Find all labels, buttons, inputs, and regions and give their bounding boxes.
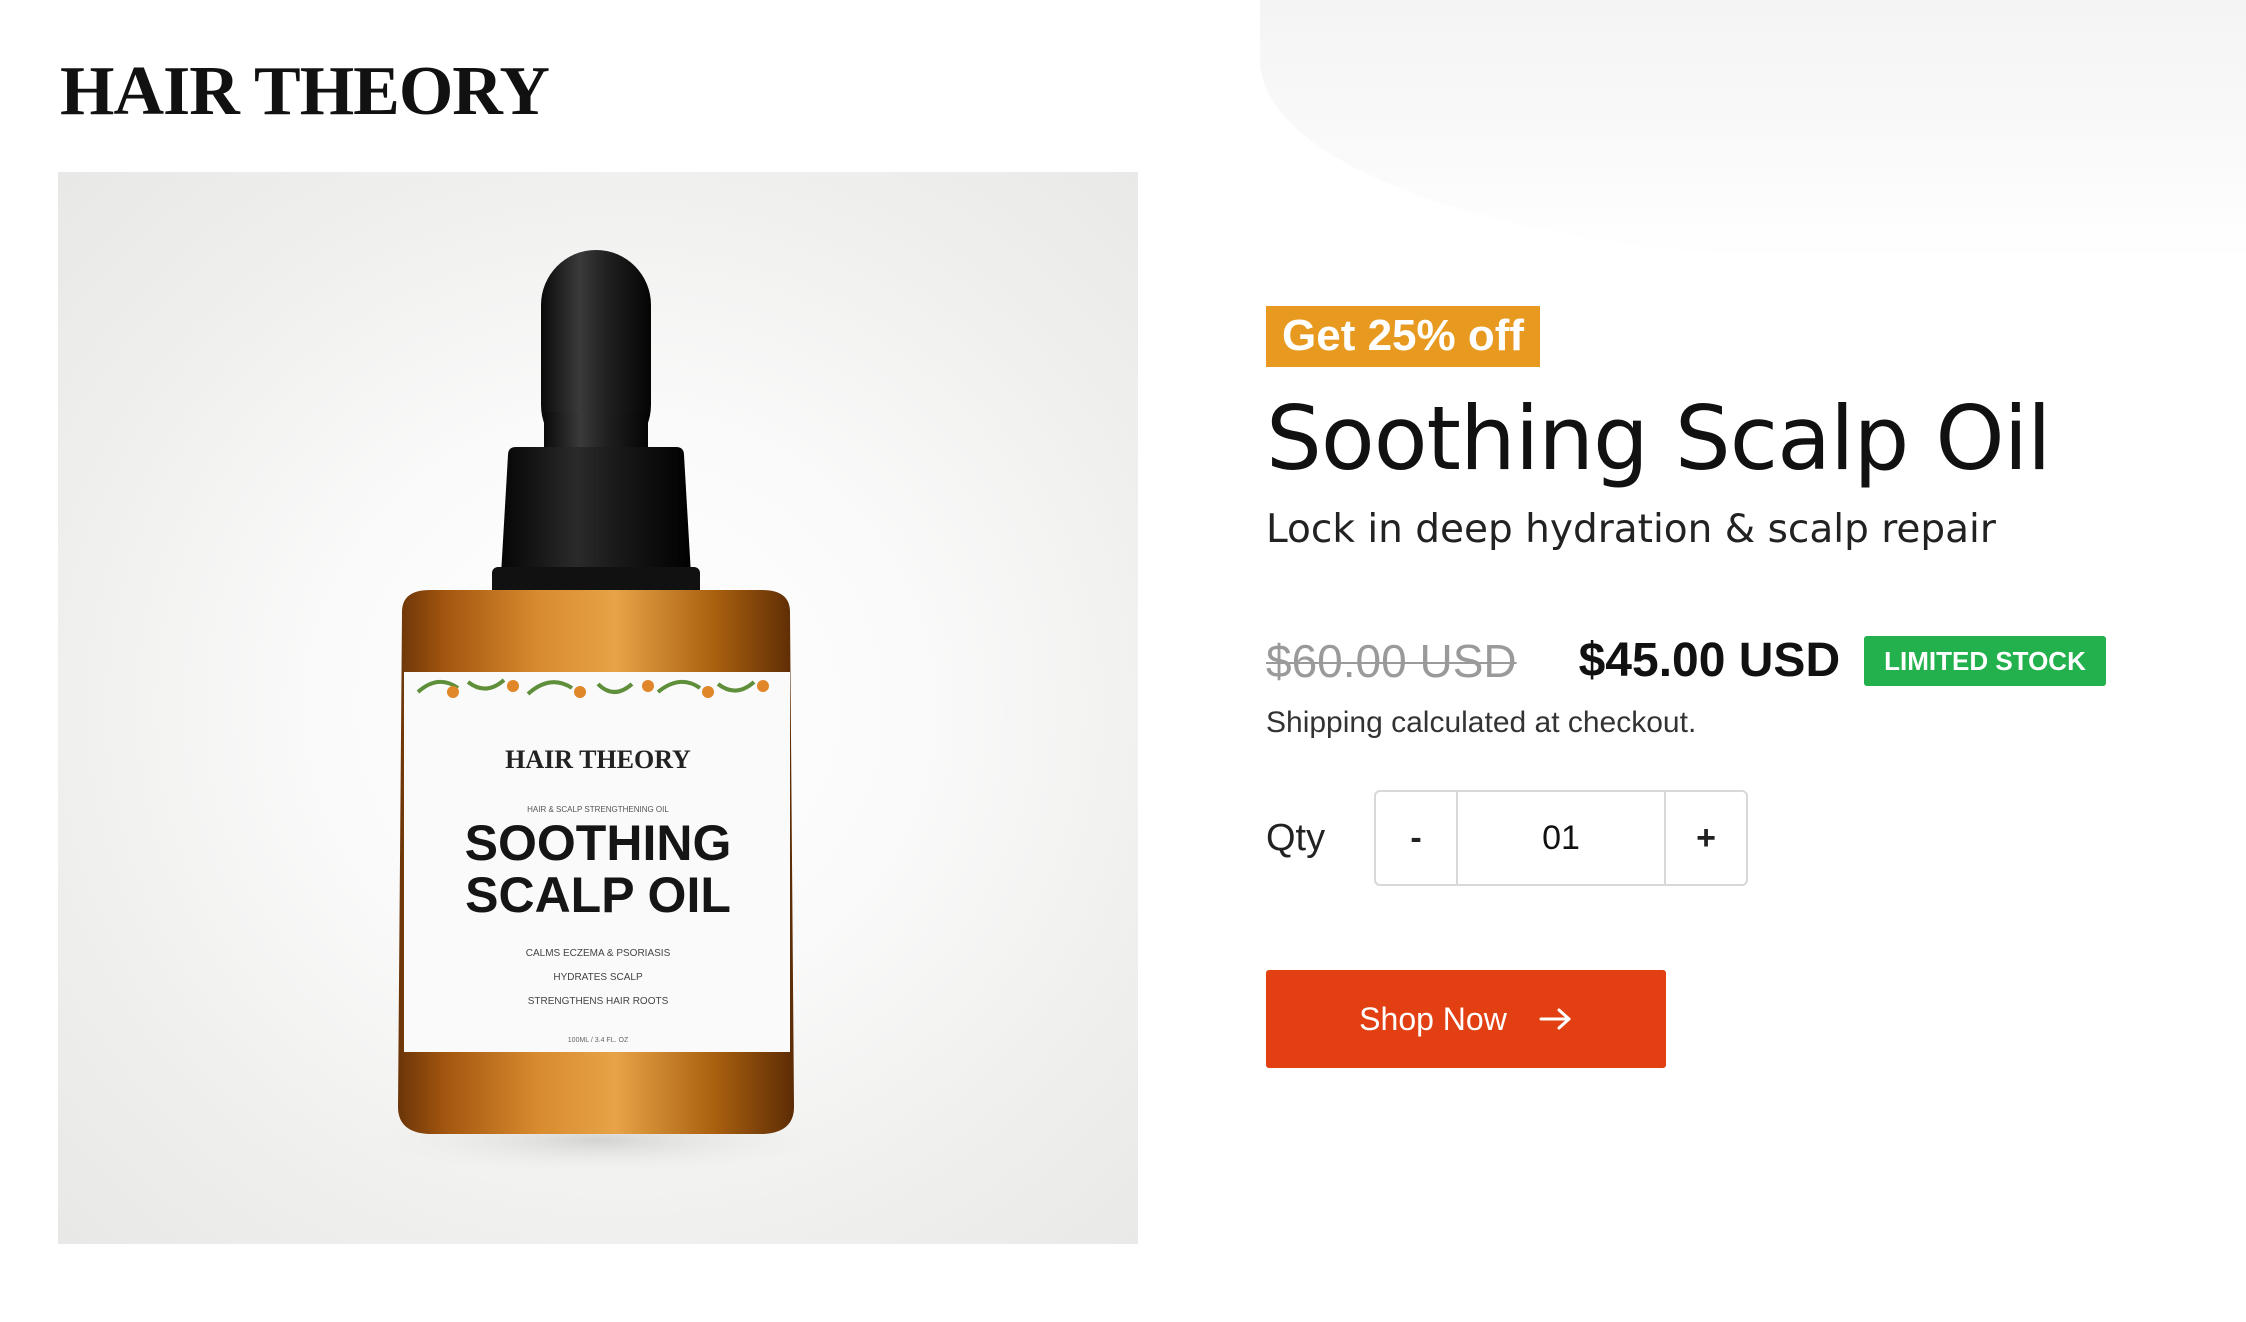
background-glow: [1260, 0, 2246, 260]
old-price: $60.00 USD: [1266, 634, 1517, 687]
promo-badge: Get 25% off: [1266, 306, 1541, 367]
quantity-row: Qty - 01 +: [1266, 790, 2186, 886]
label-benefit-3: STRENGTHENS HAIR ROOTS: [528, 996, 669, 1007]
sale-price: $45.00 USD: [1578, 634, 1841, 687]
label-title-line1: SOOTHING: [465, 815, 732, 871]
shop-now-button[interactable]: Shop Now: [1266, 970, 1666, 1068]
label-benefit-2: HYDRATES SCALP: [553, 972, 643, 983]
shop-now-label: Shop Now: [1359, 1000, 1507, 1037]
oil-bottle-illustration: HAIR THEORY HAIR & SCALP STRENGTHENING O…: [368, 250, 828, 1174]
quantity-input[interactable]: 01: [1456, 792, 1666, 884]
label-benefit-1: CALMS ECZEMA & PSORIASIS: [526, 948, 671, 959]
label-tagline: HAIR & SCALP STRENGTHENING OIL: [527, 805, 669, 814]
quantity-label: Qty: [1266, 816, 1326, 859]
quantity-stepper: - 01 +: [1374, 790, 1748, 886]
shipping-note: Shipping calculated at checkout.: [1266, 706, 1697, 739]
product-info: Get 25% off Soothing Scalp Oil Lock in d…: [1266, 306, 2186, 1068]
label-brand: HAIR THEORY: [505, 745, 691, 774]
arrow-right-icon: [1539, 1007, 1573, 1031]
increment-button[interactable]: +: [1666, 792, 1746, 884]
decrement-button[interactable]: -: [1376, 792, 1456, 884]
product-subtitle: Lock in deep hydration & scalp repair: [1266, 507, 1996, 552]
price-row: $60.00 USD $45.00 USD LIMITED STOCK: [1266, 633, 2186, 688]
label-title-line2: SCALP OIL: [465, 867, 731, 923]
product-page: HAIR THEORY HAIR THEORY HAIR & SCALP STR…: [0, 0, 2246, 1322]
brand-logo[interactable]: HAIR THEORY: [60, 52, 550, 132]
product-title: Soothing Scalp Oil: [1266, 387, 2051, 490]
limited-stock-badge: LIMITED STOCK: [1864, 635, 2106, 686]
label-volume: 100ML / 3.4 FL. OZ: [568, 1037, 629, 1044]
product-image: HAIR THEORY HAIR & SCALP STRENGTHENING O…: [58, 172, 1138, 1244]
